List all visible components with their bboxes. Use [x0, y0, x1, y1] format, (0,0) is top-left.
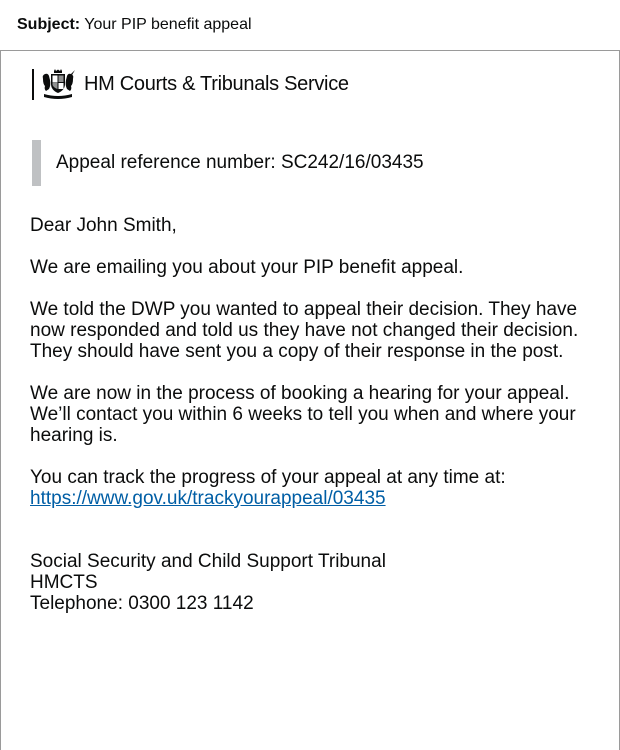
- letter-content: Dear John Smith, We are emailing you abo…: [30, 215, 595, 614]
- subject-label: Subject:: [17, 16, 81, 33]
- paragraph-dwp-response: We told the DWP you wanted to appeal the…: [30, 299, 579, 362]
- appeal-reference-panel: Appeal reference number: SC242/16/03435: [32, 140, 572, 186]
- signoff-tribunal: Social Security and Child Support Tribun…: [30, 551, 386, 572]
- signoff-org: HMCTS: [30, 572, 98, 593]
- signoff: Social Security and Child Support Tribun…: [30, 551, 595, 614]
- subject-value: Your PIP benefit appeal: [80, 16, 252, 33]
- brand-header: HM Courts & Tribunals Service: [32, 69, 349, 100]
- greeting: Dear John Smith,: [30, 215, 177, 236]
- appeal-reference-text: Appeal reference number: SC242/16/03435: [56, 152, 424, 173]
- email-subject: Subject: Your PIP benefit appeal: [0, 0, 620, 50]
- track-intro: You can track the progress of your appea…: [30, 467, 506, 488]
- royal-crest-icon: [42, 69, 75, 99]
- paragraph-hearing: We are now in the process of booking a h…: [30, 383, 576, 446]
- brand-rule: [32, 69, 34, 100]
- brand-name: HM Courts & Tribunals Service: [84, 73, 349, 95]
- signoff-telephone: Telephone: 0300 123 1142: [30, 593, 254, 614]
- paragraph-track: You can track the progress of your appea…: [30, 467, 595, 509]
- email-body: HM Courts & Tribunals Service Appeal ref…: [0, 50, 620, 750]
- track-appeal-link[interactable]: https://www.gov.uk/trackyourappeal/03435: [30, 488, 386, 509]
- paragraph-intro: We are emailing you about your PIP benef…: [30, 257, 464, 278]
